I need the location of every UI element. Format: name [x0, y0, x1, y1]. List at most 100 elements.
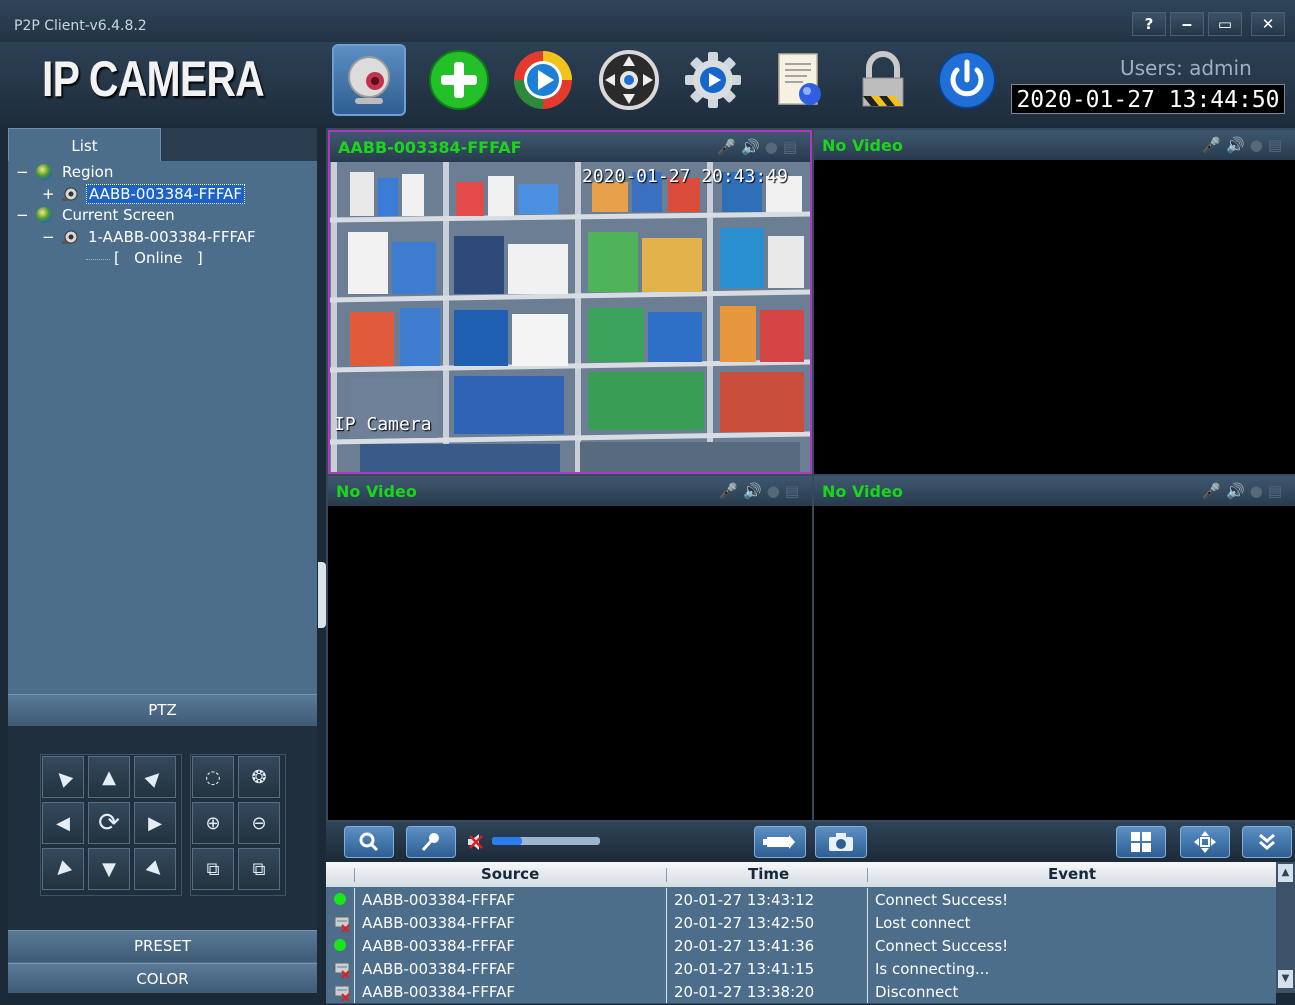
ptz-right-button[interactable]: ▶ — [134, 802, 176, 844]
log-cell-time: 20-01-27 13:41:15 — [674, 960, 815, 978]
lock-button[interactable] — [846, 44, 920, 116]
zoom-out-icon: ⊖ — [251, 812, 267, 834]
column-source[interactable]: Source — [481, 865, 539, 883]
online-status-icon — [334, 939, 346, 951]
scroll-down-icon[interactable]: ▼ — [1278, 970, 1293, 988]
log-cell-time: 20-01-27 13:41:36 — [674, 937, 815, 955]
video-pane-header: AABB-003384-FFFAF 🎤🔊●▤ — [330, 132, 810, 162]
log-row[interactable]: AABB-003384-FFFAF 20-01-27 13:41:15 Is con… — [326, 957, 1276, 981]
tree-collapse-screen-device[interactable]: − — [42, 228, 55, 246]
window-title: P2P Client-v6.4.8.2 — [14, 18, 147, 34]
ptz-down-button[interactable]: ▼ — [88, 848, 130, 890]
log-scrollbar[interactable]: ▲ ▼ — [1276, 862, 1295, 993]
volume-slider[interactable] — [492, 837, 600, 845]
maximize-button[interactable]: ▭ — [1208, 12, 1242, 36]
log-row[interactable]: AABB-003384-FFFAF 20-01-27 13:38:20 Discon… — [326, 980, 1276, 1004]
ptz-down-right-button[interactable]: ▼ — [134, 848, 176, 890]
tree-item-screen-device[interactable]: 1-AABB-003384-FFFAF — [88, 228, 256, 246]
snapshot-button[interactable] — [815, 826, 867, 858]
ptz-auto-rotate-button[interactable]: ⟳ — [88, 802, 130, 844]
video-pane-title: No Video — [822, 482, 903, 501]
column-time[interactable]: Time — [748, 865, 789, 883]
tree-item-current-screen[interactable]: Current Screen — [62, 206, 175, 224]
column-divider — [354, 934, 355, 957]
arrow-down-icon: ▼ — [102, 858, 116, 880]
column-divider — [666, 934, 667, 957]
offline-status-icon — [334, 962, 350, 982]
globe-icon — [36, 164, 52, 180]
record-button[interactable] — [754, 826, 806, 858]
video-pane-4[interactable]: No Video 🎤🔊●▤ — [814, 476, 1295, 820]
ptz-control-button[interactable] — [592, 44, 666, 116]
add-device-icon — [429, 50, 489, 110]
column-event[interactable]: Event — [1048, 865, 1096, 883]
arrow-up-left-icon: ▲ — [50, 764, 76, 790]
playback-icon — [514, 51, 572, 109]
zoom-out-button[interactable]: ⊖ — [238, 802, 280, 844]
live-view-button[interactable] — [332, 44, 406, 116]
column-divider — [354, 888, 355, 911]
panel-collapse-handle[interactable] — [318, 562, 326, 628]
settings-button[interactable] — [676, 44, 750, 116]
color-section-header[interactable]: COLOR — [8, 963, 317, 993]
video-pane-3[interactable]: No Video 🎤🔊●▤ — [328, 476, 812, 820]
pane-control-icons: 🎤🔊●▤ — [717, 138, 802, 156]
globe-icon — [36, 207, 52, 223]
log-cell-source: AABB-003384-FFFAF — [362, 960, 516, 978]
pane-control-icons: 🎤🔊●▤ — [719, 482, 804, 500]
video-pane-1[interactable]: AABB-003384-FFFAF 🎤🔊●▤ 2020-01-27 20:43:… — [328, 130, 812, 474]
log-row[interactable]: AABB-003384-FFFAF 20-01-27 13:43:12 Connec… — [326, 888, 1276, 912]
tree-expand-device[interactable]: + — [42, 185, 55, 203]
log-cell-event: Lost connect — [875, 914, 971, 932]
tree-item-region-device[interactable]: AABB-003384-FFFAF — [86, 184, 246, 204]
zoom-icon — [359, 832, 379, 852]
device-tree: − Region + AABB-003384-FFFAF − Current S… — [8, 161, 317, 693]
rotate-icon: ⟳ — [98, 808, 120, 838]
ptz-section-header[interactable]: PTZ — [8, 694, 317, 726]
zoom-in-button[interactable]: ⊕ — [192, 802, 234, 844]
collapse-log-button[interactable] — [1242, 826, 1292, 858]
layout-button[interactable] — [1116, 826, 1166, 858]
log-document-icon — [778, 53, 821, 105]
preset-section-header[interactable]: PRESET — [8, 930, 317, 962]
log-button[interactable] — [762, 44, 836, 116]
ptz-down-left-button[interactable]: ▼ — [42, 848, 84, 890]
ptz-up-left-button[interactable]: ▲ — [42, 756, 84, 798]
mute-speaker-button[interactable] — [466, 832, 490, 852]
log-row[interactable]: AABB-003384-FFFAF 20-01-27 13:41:36 Connec… — [326, 934, 1276, 958]
osd-timestamp: 2020-01-27 20:43:49 — [582, 166, 788, 187]
column-divider — [354, 911, 355, 934]
add-device-button[interactable] — [422, 44, 496, 116]
log-cell-source: AABB-003384-FFFAF — [362, 983, 516, 1001]
video-pane-2[interactable]: No Video 🎤🔊●▤ — [814, 130, 1295, 474]
help-button[interactable]: ? — [1132, 12, 1166, 36]
iris-close-icon: ❂ — [251, 766, 267, 788]
ptz-left-button[interactable]: ◀ — [42, 802, 84, 844]
tab-list[interactable]: List — [8, 128, 161, 161]
lock-icon — [862, 51, 904, 107]
power-button[interactable] — [930, 44, 1004, 116]
focus-near-button[interactable]: ⧉ — [192, 848, 234, 890]
log-row[interactable]: AABB-003384-FFFAF 20-01-27 13:42:50 Lost c… — [326, 911, 1276, 935]
close-button[interactable]: ✕ — [1251, 12, 1285, 36]
focus-far-button[interactable]: ⧉ — [238, 848, 280, 890]
playback-button[interactable] — [506, 44, 580, 116]
app-logo: IP CAMERA — [42, 51, 265, 107]
zoom-button[interactable] — [344, 826, 394, 858]
iris-open-button[interactable]: ◌ — [192, 756, 234, 798]
tree-item-region[interactable]: Region — [62, 163, 113, 181]
tree-collapse-current-screen[interactable]: − — [16, 206, 29, 224]
column-divider — [867, 911, 868, 934]
fullscreen-icon — [1194, 831, 1216, 853]
ptz-up-button[interactable]: ▲ — [88, 756, 130, 798]
minimize-button[interactable]: ‒ — [1170, 12, 1204, 36]
iris-close-button[interactable]: ❂ — [238, 756, 280, 798]
tree-collapse-region[interactable]: − — [16, 163, 29, 181]
header-divider — [354, 868, 355, 882]
scroll-up-icon[interactable]: ▲ — [1278, 864, 1293, 882]
talk-button[interactable] — [406, 826, 456, 858]
fullscreen-button[interactable] — [1180, 826, 1230, 858]
ptz-panel: ▲ ▲ ▲ ◀ ⟳ ▶ ▼ ▼ ▼ ◌ ❂ ⊕ ⊖ ⧉ ⧉ — [8, 726, 317, 930]
arrow-down-right-icon: ▼ — [142, 856, 168, 882]
ptz-up-right-button[interactable]: ▲ — [134, 756, 176, 798]
